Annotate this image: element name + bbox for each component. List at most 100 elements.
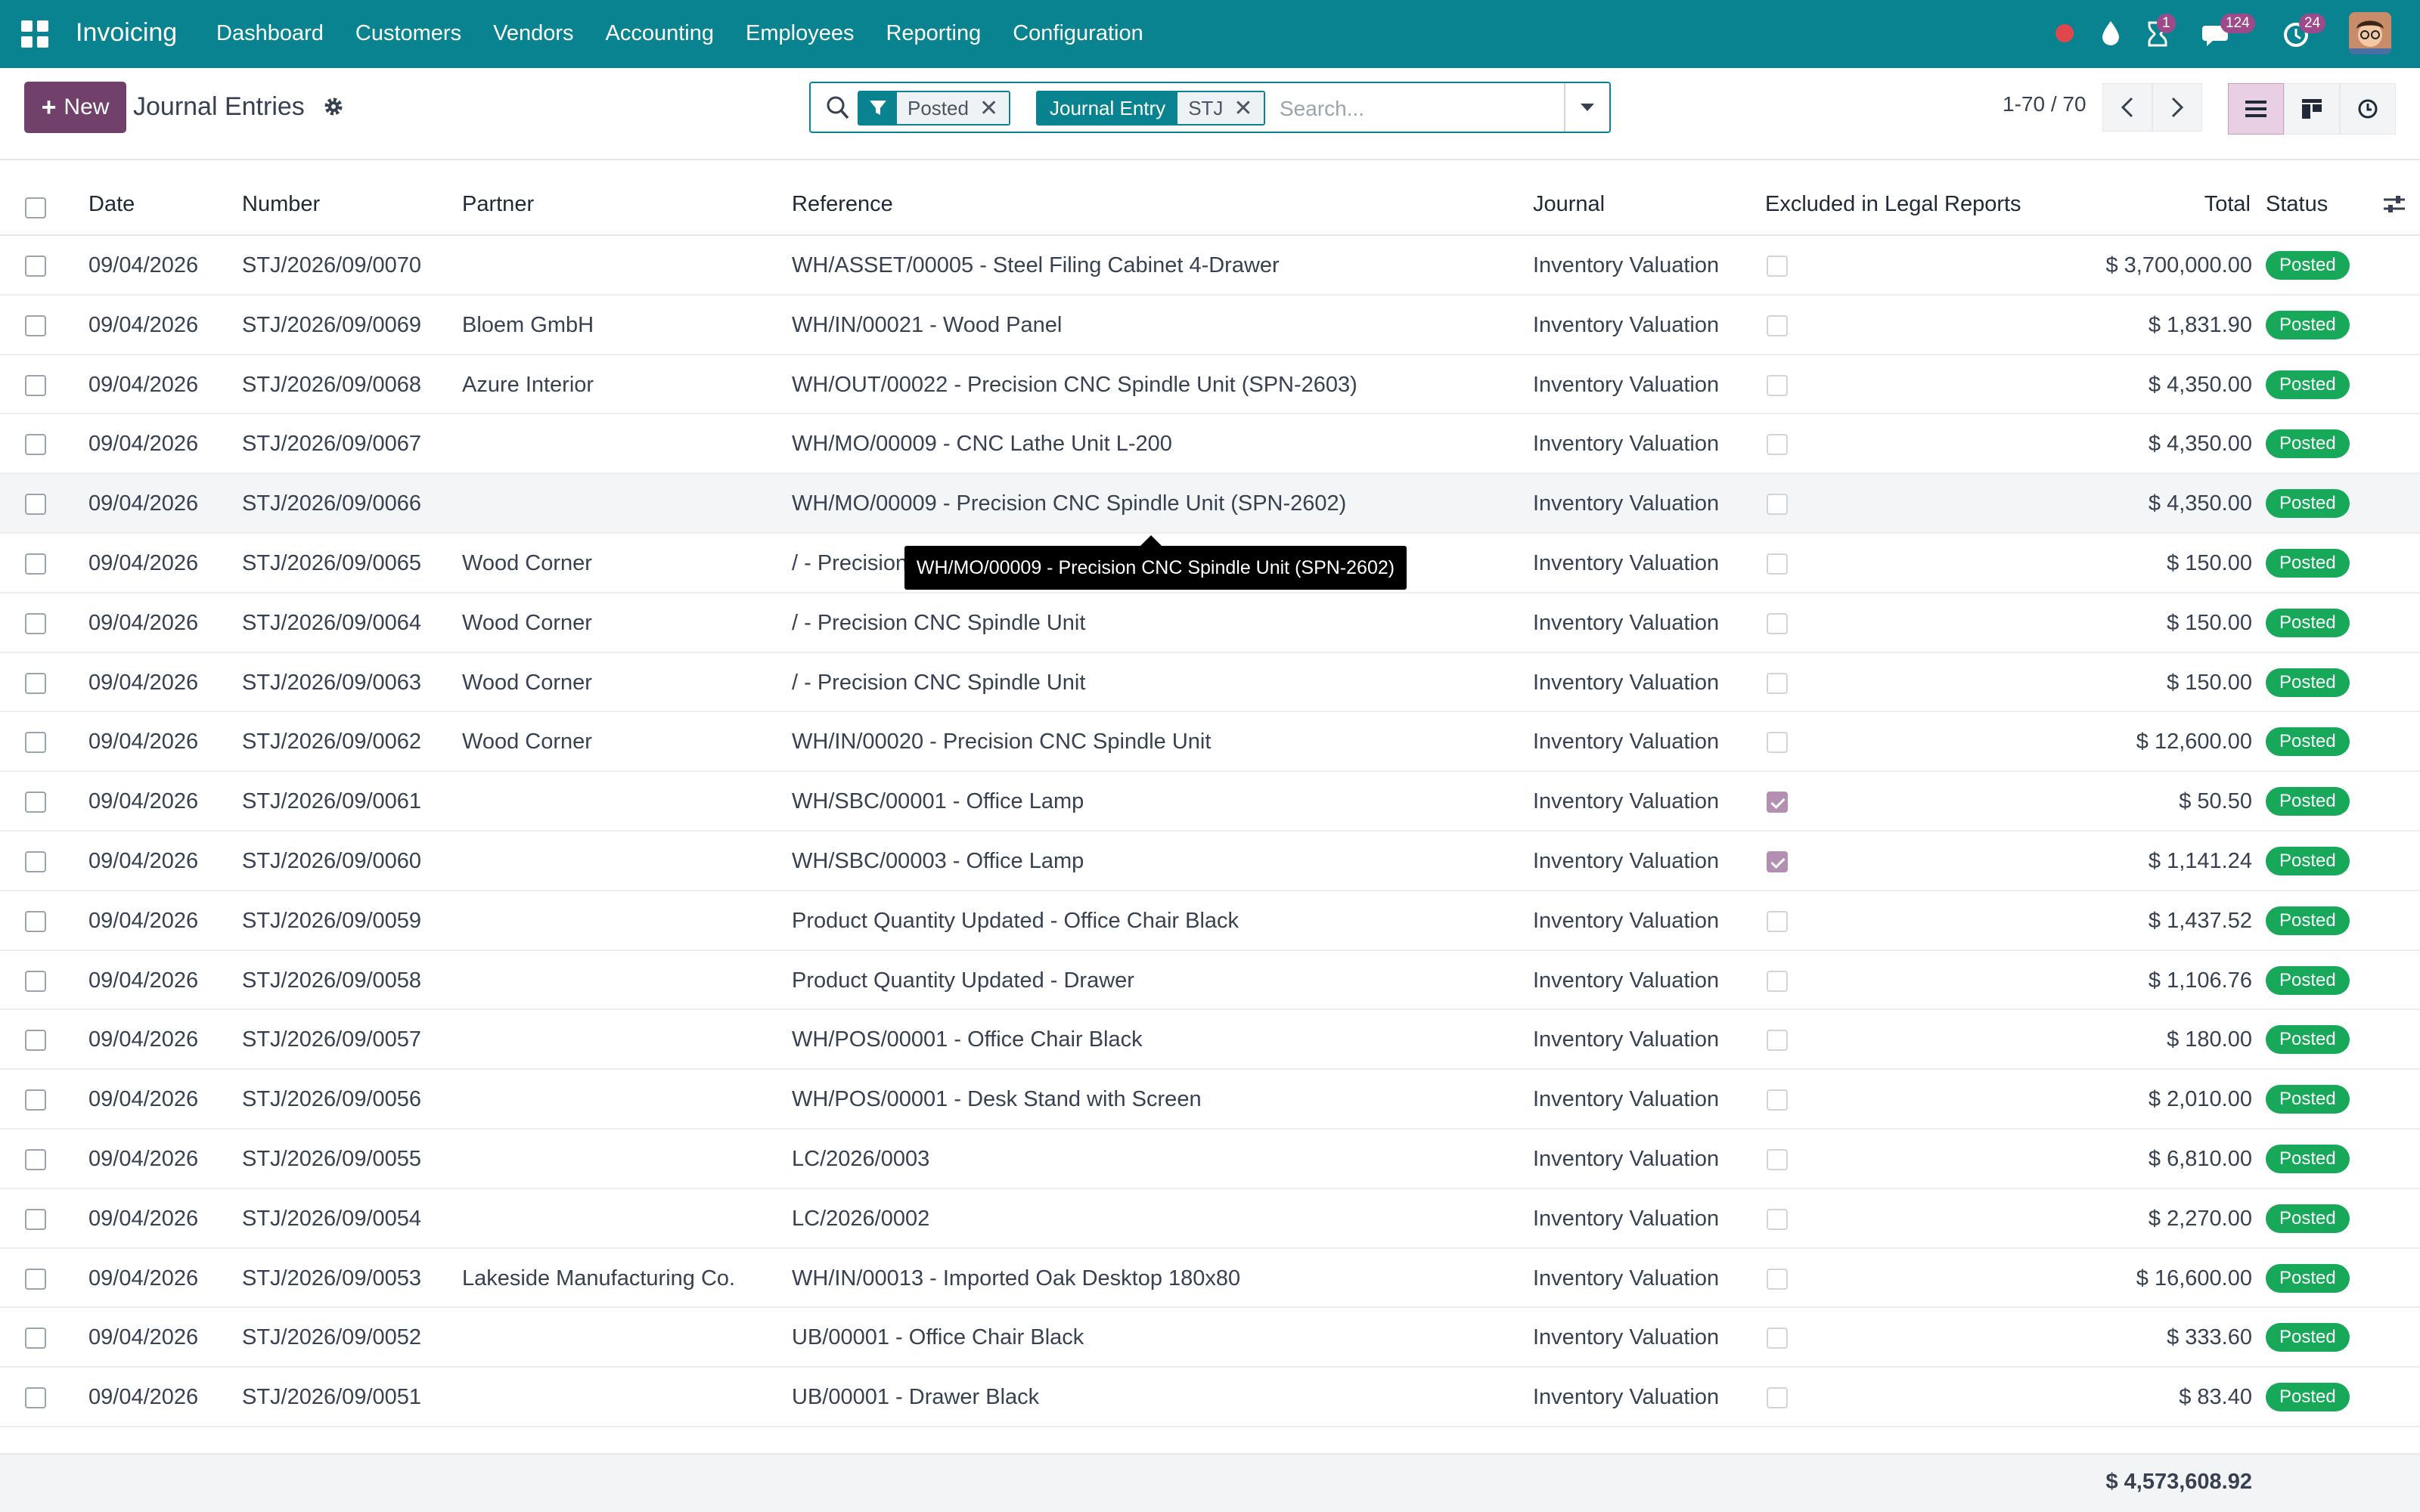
column-header-status[interactable]: Status	[2266, 172, 2328, 236]
user-avatar[interactable]	[2349, 12, 2391, 54]
cell-number: STJ/2026/09/0058	[242, 968, 422, 993]
cell-partner: Wood Corner	[462, 670, 592, 695]
row-select-checkbox[interactable]	[25, 1149, 46, 1170]
select-all-checkbox[interactable]	[25, 197, 46, 218]
row-select-checkbox[interactable]	[25, 1387, 46, 1409]
column-header-partner[interactable]: Partner	[462, 172, 534, 236]
remove-filter-facet-icon[interactable]: ✕	[979, 92, 1010, 124]
table-row[interactable]: 09/04/2026 STJ/2026/09/0051 UB/00001 - Dra…	[0, 1368, 2420, 1427]
cell-journal: Inventory Valuation	[1533, 491, 1720, 516]
row-select-checkbox[interactable]	[25, 792, 46, 813]
menu-item-employees[interactable]: Employees	[746, 21, 854, 46]
groupby-facet-value: STJ	[1177, 92, 1234, 124]
apps-menu-icon[interactable]	[21, 20, 48, 48]
activity-view-button[interactable]	[2340, 83, 2396, 135]
menu-item-accounting[interactable]: Accounting	[606, 21, 715, 46]
row-select-checkbox[interactable]	[25, 1268, 46, 1290]
cell-number: STJ/2026/09/0067	[242, 432, 422, 457]
pager-next-button[interactable]	[2152, 83, 2202, 132]
search-options-toggle[interactable]	[1564, 83, 1609, 132]
row-select-checkbox[interactable]	[25, 314, 46, 336]
app-brand[interactable]: Invoicing	[76, 18, 177, 48]
status-badge: Posted	[2266, 727, 2350, 757]
table-row[interactable]: 09/04/2026 STJ/2026/09/0070 WH/ASSET/00005…	[0, 236, 2420, 296]
groupby-facet[interactable]: Journal Entry STJ ✕	[1036, 91, 1265, 125]
excluded-legal-checkbox	[1767, 672, 1788, 694]
column-header-date[interactable]: Date	[88, 172, 135, 236]
menu-item-dashboard[interactable]: Dashboard	[216, 21, 324, 46]
cell-total: $ 4,350.00	[2148, 372, 2252, 397]
row-select-checkbox[interactable]	[25, 910, 46, 932]
new-button[interactable]: + New	[24, 82, 126, 133]
menu-item-vendors[interactable]: Vendors	[493, 21, 573, 46]
table-row[interactable]: 09/04/2026 STJ/2026/09/0057 WH/POS/00001 -…	[0, 1010, 2420, 1070]
column-header-number[interactable]: Number	[242, 172, 320, 236]
table-row[interactable]: 09/04/2026 STJ/2026/09/0069 Bloem GmbH WH/I…	[0, 296, 2420, 355]
remove-groupby-facet-icon[interactable]: ✕	[1233, 92, 1264, 124]
row-select-checkbox[interactable]	[25, 434, 46, 456]
table-row[interactable]: 09/04/2026 STJ/2026/09/0052 UB/00001 - Off…	[0, 1308, 2420, 1368]
grand-total: $ 4,573,608.92	[2105, 1470, 2252, 1494]
cell-date: 09/04/2026	[88, 1027, 199, 1052]
cell-reference: UB/00001 - Office Chair Black	[792, 1325, 1084, 1350]
table-row[interactable]: 09/04/2026 STJ/2026/09/0060 WH/SBC/00003 -…	[0, 832, 2420, 891]
cell-total: $ 83.40	[2179, 1385, 2252, 1410]
table-row[interactable]: 09/04/2026 STJ/2026/09/0053 Lakeside Manuf…	[0, 1249, 2420, 1309]
cell-reference: WH/ASSET/00005 - Steel Filing Cabinet 4-…	[792, 253, 1280, 277]
table-row[interactable]: 09/04/2026 STJ/2026/09/0067 WH/MO/00009 - …	[0, 414, 2420, 475]
table-row[interactable]: 09/04/2026 STJ/2026/09/0063 Wood Corner / -…	[0, 653, 2420, 713]
gear-icon[interactable]	[322, 95, 345, 118]
pager-value[interactable]: 1-70 / 70	[2003, 92, 2086, 116]
table-row[interactable]: 09/04/2026 STJ/2026/09/0054 LC/2026/0002 In…	[0, 1189, 2420, 1249]
recording-indicator-icon[interactable]	[2055, 24, 2074, 42]
menu-item-customers[interactable]: Customers	[355, 21, 461, 46]
cell-number: STJ/2026/09/0052	[242, 1325, 422, 1350]
table-row[interactable]: 09/04/2026 STJ/2026/09/0066 WH/MO/00009 - …	[0, 474, 2420, 534]
table-row[interactable]: 09/04/2026 STJ/2026/09/0068 Azure Interior…	[0, 355, 2420, 415]
row-select-checkbox[interactable]	[25, 1208, 46, 1230]
table-row[interactable]: 09/04/2026 STJ/2026/09/0058 Product Quanti…	[0, 951, 2420, 1011]
column-header-total[interactable]: Total	[2087, 172, 2251, 236]
table-row[interactable]: 09/04/2026 STJ/2026/09/0055 LC/2026/0003 In…	[0, 1129, 2420, 1189]
row-select-checkbox[interactable]	[25, 732, 46, 754]
column-header-journal[interactable]: Journal	[1533, 172, 1605, 236]
main-menu: Dashboard Customers Vendors Accounting E…	[216, 21, 1175, 46]
table-row[interactable]: 09/04/2026 STJ/2026/09/0061 WH/SBC/00001 -…	[0, 772, 2420, 832]
drop-icon[interactable]	[2099, 20, 2122, 47]
table-row[interactable]: 09/04/2026 STJ/2026/09/0056 WH/POS/00001 -…	[0, 1070, 2420, 1129]
pager-previous-button[interactable]	[2102, 83, 2152, 132]
cell-reference: WH/OUT/00022 - Precision CNC Spindle Uni…	[792, 372, 1357, 397]
filter-facet[interactable]: Posted ✕	[858, 91, 1011, 125]
row-select-checkbox[interactable]	[25, 612, 46, 634]
row-select-checkbox[interactable]	[25, 672, 46, 694]
column-header-reference[interactable]: Reference	[792, 172, 893, 236]
row-select-checkbox[interactable]	[25, 851, 46, 872]
search-icon[interactable]	[826, 95, 850, 121]
cell-journal: Inventory Valuation	[1533, 1087, 1720, 1112]
table-row[interactable]: 09/04/2026 STJ/2026/09/0064 Wood Corner / -…	[0, 593, 2420, 653]
cell-reference: LC/2026/0003	[792, 1147, 930, 1171]
cell-partner: Wood Corner	[462, 730, 592, 754]
row-select-checkbox[interactable]	[25, 1089, 46, 1111]
cell-journal: Inventory Valuation	[1533, 670, 1720, 695]
row-select-checkbox[interactable]	[25, 494, 46, 516]
cell-journal: Inventory Valuation	[1533, 432, 1720, 457]
row-select-checkbox[interactable]	[25, 1328, 46, 1349]
row-select-checkbox[interactable]	[25, 970, 46, 992]
table-row[interactable]: 09/04/2026 STJ/2026/09/0062 Wood Corner WH/…	[0, 712, 2420, 773]
cell-date: 09/04/2026	[88, 372, 199, 397]
row-select-checkbox[interactable]	[25, 256, 46, 277]
menu-item-reporting[interactable]: Reporting	[886, 21, 981, 46]
table-row[interactable]: 09/04/2026 STJ/2026/09/0059 Product Quanti…	[0, 891, 2420, 951]
search-input[interactable]	[1280, 94, 1552, 124]
list-view-button[interactable]	[2228, 83, 2284, 135]
kanban-view-button[interactable]	[2284, 83, 2340, 135]
row-select-checkbox[interactable]	[25, 553, 46, 575]
menu-item-configuration[interactable]: Configuration	[1013, 21, 1143, 46]
cell-total: $ 1,141.24	[2148, 849, 2252, 873]
row-select-checkbox[interactable]	[25, 1030, 46, 1052]
row-select-checkbox[interactable]	[25, 374, 46, 396]
status-badge: Posted	[2266, 965, 2350, 995]
optional-columns-toggle-icon[interactable]	[2382, 192, 2406, 216]
column-header-excluded[interactable]: Excluded in Legal Reports	[1765, 172, 2021, 236]
